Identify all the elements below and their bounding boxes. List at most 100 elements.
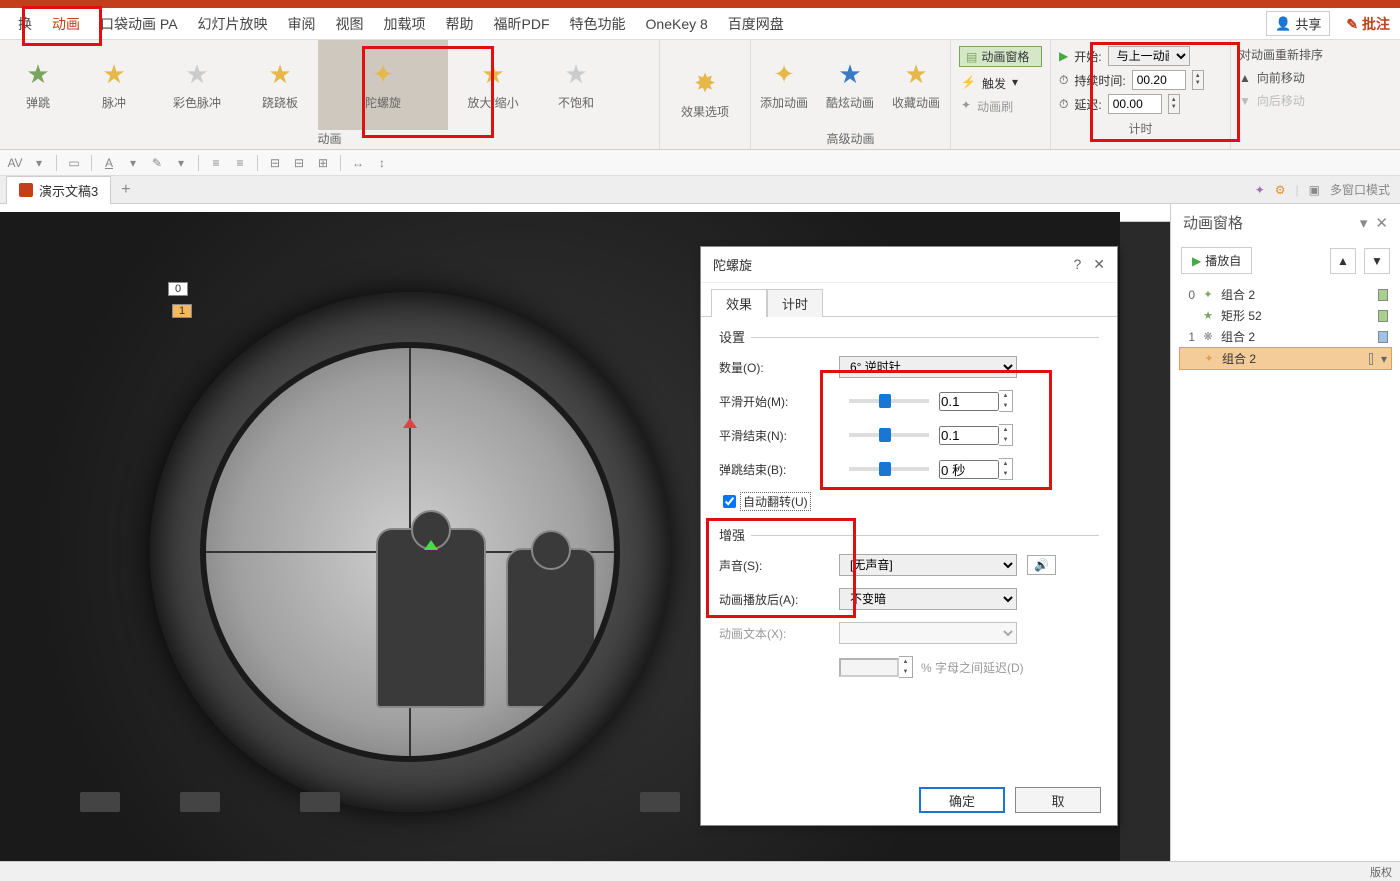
tab-onekey[interactable]: OneKey 8 [636,10,718,38]
amount-select[interactable]: 6° 逆时针 [839,356,1017,378]
target-shape [376,528,486,708]
smooth-start-slider[interactable] [849,399,929,403]
document-tab[interactable]: 演示文稿3 [6,176,111,204]
cool-animation[interactable]: ★酷炫动画 [817,40,883,130]
font-color-icon[interactable]: A [100,154,118,172]
tab-review[interactable]: 审阅 [278,8,326,40]
bounce-end-label: 弹跳结束(B): [719,461,819,478]
anim-spin[interactable]: ✦陀螺旋 [318,40,448,130]
anim-list-item[interactable]: 0✦组合 2 [1179,284,1392,305]
annotate-button[interactable]: ✎ 批注 [1336,14,1400,34]
spinner[interactable]: ▲▼ [999,390,1013,412]
window-icon[interactable]: ▣ [1309,183,1320,197]
clock-icon: ⏱ [1059,97,1068,112]
effect-icon: ✦ [1202,352,1216,366]
dist-h-icon[interactable]: ↔ [349,154,367,172]
clock-icon: ⏱ [1059,73,1068,88]
close-icon[interactable]: ✕ [1093,256,1105,273]
tab-animation[interactable]: 动画 [42,8,90,40]
smooth-end-slider[interactable] [849,433,929,437]
gear-icon[interactable]: ⚙ [1275,183,1286,197]
auto-reverse-checkbox[interactable] [723,495,736,508]
anim-teeter[interactable]: ★跷跷板 [242,40,318,130]
tab-slideshow[interactable]: 幻灯片放映 [188,8,278,40]
cancel-button[interactable]: 取 [1015,787,1101,813]
anim-grow-shrink[interactable]: ★放大/缩小 [448,40,538,130]
anim-brush[interactable]: ✦动画刷 [955,96,1046,117]
tab-features[interactable]: 特色功能 [560,8,636,40]
tab-addins[interactable]: 加载项 [374,8,436,40]
new-tab-button[interactable]: + [111,177,140,203]
play-from-button[interactable]: ▶播放自 [1181,247,1252,274]
anim-bounce[interactable]: ★弹跳 [0,40,76,130]
dist-v-icon[interactable]: ↕ [373,154,391,172]
anim-pulse[interactable]: ★脉冲 [76,40,152,130]
share-button[interactable]: 👤共享 [1266,11,1330,36]
tab-view[interactable]: 视图 [326,8,374,40]
start-select[interactable]: 与上一动画... [1108,46,1190,66]
align-left-icon[interactable]: ≡ [207,154,225,172]
speaker-icon[interactable]: 🔊 [1027,555,1056,575]
scope-graphic[interactable] [150,292,670,812]
delay-input[interactable] [1108,94,1162,114]
spinner[interactable]: ▲▼ [999,424,1013,446]
target-shape [506,548,596,708]
effect-options[interactable]: ✸效果选项 [660,40,750,147]
anim-list-item[interactable]: ★矩形 52 [1179,305,1392,326]
move-forward[interactable]: ▲向前移动 [1239,69,1392,86]
dialog-tab-timing[interactable]: 计时 [767,289,823,317]
valign-icon[interactable]: ⊟ [266,154,284,172]
dialog-tab-effect[interactable]: 效果 [711,289,767,317]
smooth-start-input[interactable] [939,392,999,411]
bounce-end-slider[interactable] [849,467,929,471]
table-icon[interactable]: ⊞ [314,154,332,172]
anim-pane-button[interactable]: ▤动画窗格 [959,46,1042,67]
anim-pane-title: 动画窗格 [1183,212,1243,233]
move-backward[interactable]: ▼向后移动 [1239,92,1392,109]
smooth-end-label: 平滑结束(N): [719,427,819,444]
fx-icon[interactable]: ✦ [1255,183,1265,197]
multiwindow-label[interactable]: 多窗口模式 [1330,181,1390,198]
ok-button[interactable]: 确定 [919,787,1005,813]
move-down-button[interactable]: ▼ [1364,248,1390,274]
close-icon[interactable]: ✕ [1375,214,1388,232]
smooth-start-label: 平滑开始(M): [719,393,819,410]
add-animation[interactable]: ✦添加动画 [751,40,817,130]
sound-select[interactable]: [无声音] [839,554,1017,576]
move-up-button[interactable]: ▲ [1330,248,1356,274]
anim-list-item[interactable]: 1❋组合 2 [1179,326,1392,347]
chevron-down-icon[interactable]: ▾ [1381,352,1387,366]
duration-spinner[interactable]: ▲▼ [1192,70,1204,90]
group-label-anim: 动画 [0,130,659,149]
start-label: 开始: [1074,48,1101,65]
tb-rect[interactable]: ▭ [65,154,83,172]
anim-color-pulse[interactable]: ★彩色脉冲 [152,40,242,130]
bounce-end-input[interactable] [939,460,999,479]
auto-reverse-label[interactable]: 自动翻转(U) [740,492,811,511]
trigger-button[interactable]: ⚡触发 ▾ [955,73,1046,94]
dropdown-icon[interactable]: ▾ [1360,214,1368,232]
tab-transition[interactable]: 换 [8,8,42,40]
tab-help[interactable]: 帮助 [436,8,484,40]
anim-list-item[interactable]: ✦组合 2▾ [1179,347,1392,370]
help-icon[interactable]: ? [1073,256,1081,273]
tb-av[interactable]: AV [6,154,24,172]
highlight-icon[interactable]: ✎ [148,154,166,172]
delay-spinner[interactable]: ▲▼ [1168,94,1180,114]
duration-input[interactable] [1132,70,1186,90]
after-select[interactable]: 不变暗 [839,588,1017,610]
tab-baidu[interactable]: 百度网盘 [718,8,794,40]
play-icon: ▶ [1192,254,1201,268]
spinner[interactable]: ▲▼ [999,458,1013,480]
seq-tag-0[interactable]: 0 [168,282,188,296]
valign-icon[interactable]: ⊟ [290,154,308,172]
spin-icon: ✦ [372,59,394,90]
align-center-icon[interactable]: ≡ [231,154,249,172]
fav-animation[interactable]: ★收藏动画 [883,40,949,130]
star-icon: ★ [838,59,861,90]
tab-foxit-pdf[interactable]: 福昕PDF [484,8,560,40]
anim-desaturate[interactable]: ★不饱和 [538,40,614,130]
seq-tag-1[interactable]: 1 [172,304,192,318]
tab-pocket-anim[interactable]: 口袋动画 PA [90,8,188,40]
smooth-end-input[interactable] [939,426,999,445]
